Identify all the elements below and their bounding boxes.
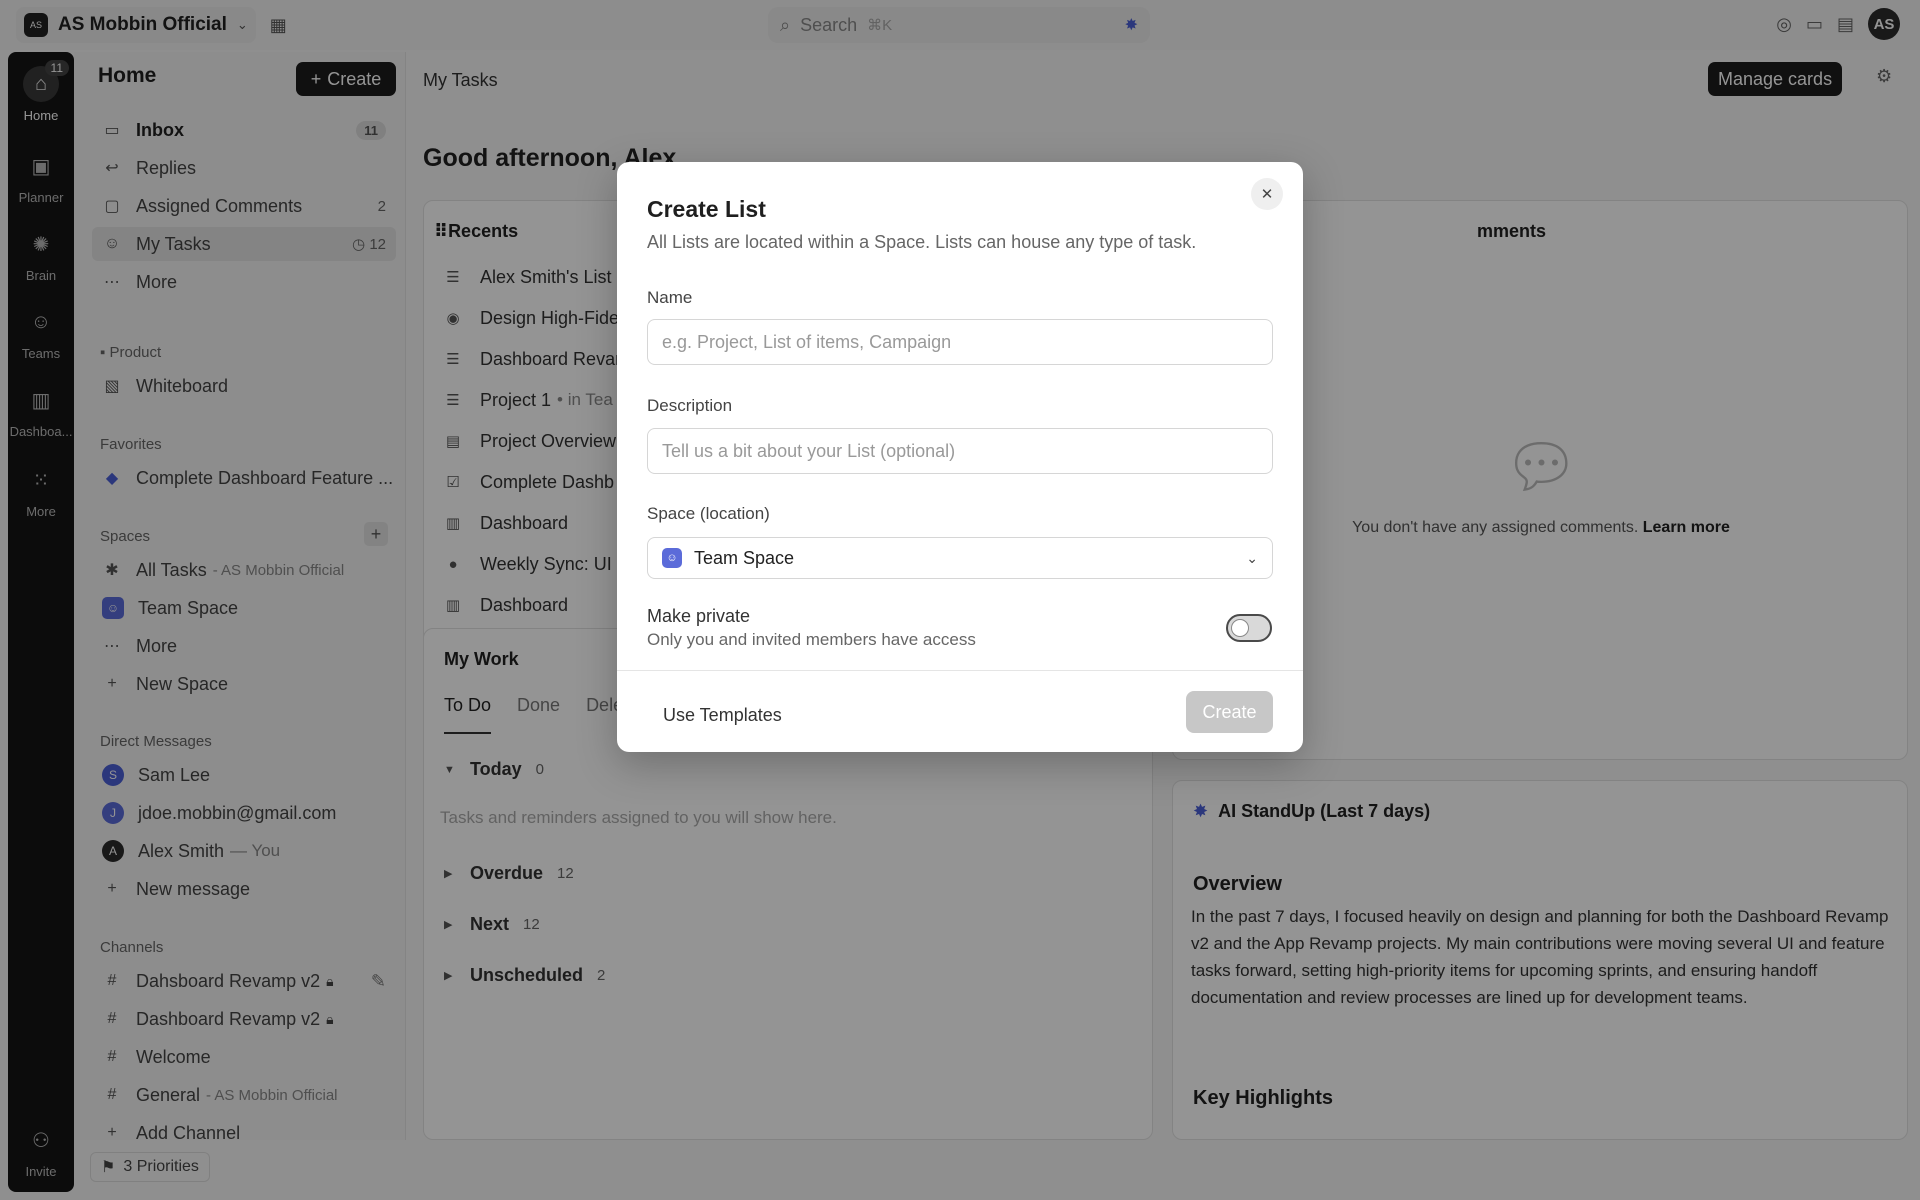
name-input[interactable] (647, 319, 1273, 365)
space-select[interactable]: ☺ Team Space ⌄ (647, 537, 1273, 579)
description-input[interactable] (647, 428, 1273, 474)
modal-divider (617, 670, 1303, 671)
modal-title: Create List (647, 196, 766, 222)
make-private-toggle[interactable] (1226, 614, 1272, 642)
create-list-button[interactable]: Create (1186, 691, 1273, 733)
make-private-label: Make private (647, 606, 751, 626)
create-list-modal: Create List All Lists are located within… (617, 162, 1303, 752)
modal-subtitle: All Lists are located within a Space. Li… (647, 232, 1197, 252)
description-label: Description (647, 396, 733, 415)
close-icon[interactable]: ✕ (1251, 178, 1283, 210)
toggle-knob (1231, 619, 1249, 637)
chevron-down-icon: ⌄ (1246, 549, 1258, 566)
space-value: Team Space (694, 547, 795, 568)
make-private-sub: Only you and invited members have access (647, 630, 976, 649)
team-space-icon: ☺ (662, 548, 682, 568)
name-label: Name (647, 288, 693, 307)
use-templates-button[interactable]: Use Templates (647, 695, 798, 735)
space-label: Space (location) (647, 504, 770, 523)
